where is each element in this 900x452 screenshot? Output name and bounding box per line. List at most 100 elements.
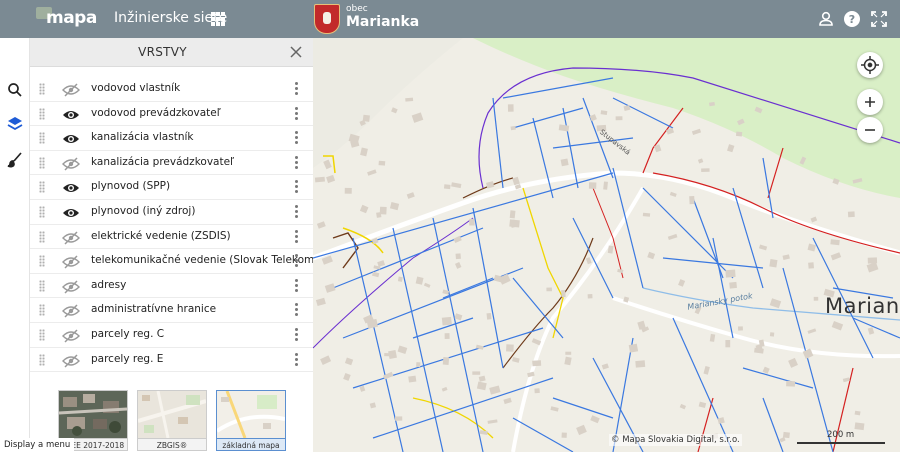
logo-text: mapa (46, 8, 97, 28)
layer-label: kanalizácia vlastník (91, 131, 194, 144)
layer-row[interactable]: plynovod (SPP) (30, 175, 313, 200)
eye-off-icon[interactable] (62, 328, 80, 343)
scale-bar: 200 m (797, 430, 887, 444)
basemap-zbgis[interactable]: ZBGIS® (137, 390, 207, 452)
layer-label: plynovod (iný zdroj) (91, 204, 196, 217)
eye-off-icon[interactable] (62, 353, 80, 368)
more-options-icon[interactable] (295, 204, 299, 219)
layer-row[interactable]: kanalizácia vlastník (30, 126, 313, 151)
layer-row[interactable]: administratívne hranice (30, 298, 313, 323)
drag-handle-icon[interactable] (39, 132, 45, 145)
more-options-icon[interactable] (295, 303, 299, 317)
layer-row[interactable]: plynovod (iný zdroj) (30, 200, 313, 225)
layer-label: plynovod (SPP) (91, 180, 171, 193)
drag-handle-icon[interactable] (39, 328, 45, 341)
layer-row[interactable]: parcely reg. C (30, 323, 313, 348)
layer-label: elektrické vedenie (ZSDIS) (91, 229, 231, 242)
layer-row[interactable]: vodovod prevádzkovateľ (30, 102, 313, 127)
more-options-icon[interactable] (295, 254, 299, 268)
eye-icon[interactable] (62, 131, 80, 145)
layer-label: telekomunikačné vedenie (Slovak Telekom) (91, 254, 319, 267)
more-options-icon[interactable] (295, 82, 299, 96)
coat-of-arms-icon (314, 4, 340, 34)
basemap-basic-label: základná mapa (216, 438, 286, 451)
side-toolbar (0, 38, 30, 452)
help-icon[interactable]: ? (842, 9, 862, 29)
basemap-basic-thumbnail (216, 390, 286, 439)
search-icon[interactable] (5, 80, 25, 100)
basemap-zbgis-thumbnail (137, 390, 207, 439)
layer-list: vodovod vlastník vodovod prevádzkovateľ ka… (30, 77, 318, 373)
municipality-type: obec (346, 4, 368, 14)
layer-row[interactable]: adresy (30, 274, 313, 299)
layer-row[interactable]: parcely reg. E (30, 348, 313, 373)
zoom-in-button[interactable] (857, 89, 883, 115)
basemap-ortho-thumbnail (58, 390, 128, 439)
drag-handle-icon[interactable] (39, 205, 45, 218)
panel-header: VRSTVY (30, 38, 313, 67)
layers-icon[interactable] (5, 114, 25, 134)
fullscreen-icon[interactable] (869, 9, 889, 29)
eye-icon[interactable] (62, 205, 80, 219)
more-options-icon[interactable] (295, 327, 299, 342)
basemap-zbgis-label: ZBGIS® (137, 438, 207, 451)
eye-off-icon[interactable] (62, 303, 80, 318)
eye-off-icon[interactable] (62, 156, 80, 171)
more-options-icon[interactable] (295, 229, 299, 244)
more-options-icon[interactable] (295, 278, 299, 293)
mapa-logo[interactable]: mapa (36, 5, 97, 33)
town-label: Marianka (825, 294, 900, 318)
scale-label: 200 m (827, 430, 855, 440)
eye-off-icon[interactable] (62, 230, 80, 245)
map-attribution: © Mapa Slovakia Digital, s.r.o. (609, 434, 742, 446)
municipality-name: Marianka (346, 14, 420, 30)
user-icon[interactable] (816, 9, 836, 29)
locate-icon[interactable] (857, 52, 883, 78)
layer-label: kanalizácia prevádzkovateľ (91, 155, 234, 168)
svg-text:?: ? (849, 13, 855, 26)
more-options-icon[interactable] (295, 131, 299, 145)
layer-label: parcely reg. E (91, 352, 164, 365)
layer-row[interactable]: kanalizácia prevádzkovateľ (30, 151, 313, 176)
map-drawing (313, 38, 900, 452)
layer-label: vodovod prevádzkovateľ (91, 106, 221, 119)
layer-label: administratívne hranice (91, 303, 217, 316)
scale-line (797, 442, 885, 444)
brush-icon[interactable] (5, 150, 25, 170)
drag-handle-icon[interactable] (39, 181, 45, 194)
basemap-basic[interactable]: základná mapa (216, 390, 286, 452)
panel-title: VRSTVY (138, 45, 187, 59)
drag-handle-icon[interactable] (39, 304, 45, 317)
layer-label: adresy (91, 278, 127, 291)
eye-icon[interactable] (62, 107, 80, 121)
eye-off-icon[interactable] (62, 279, 80, 294)
drag-handle-icon[interactable] (39, 107, 45, 120)
layer-row[interactable]: vodovod vlastník (30, 77, 313, 102)
layer-row[interactable]: elektrické vedenie (ZSDIS) (30, 225, 313, 250)
more-options-icon[interactable] (295, 352, 299, 367)
grid-icon[interactable] (211, 12, 225, 26)
layer-label: vodovod vlastník (91, 82, 181, 94)
top-bar: mapa Inžinierske siete obec Marianka ? (0, 0, 900, 38)
layer-label: parcely reg. C (91, 327, 165, 340)
eye-off-icon[interactable] (62, 254, 80, 269)
display-menu-button[interactable]: Display a menu (0, 438, 75, 452)
basemap-switcher: FREE 2017-2018 ZBGIS® základná mapa (58, 390, 308, 452)
eye-icon[interactable] (62, 180, 80, 194)
drag-handle-icon[interactable] (39, 279, 45, 292)
more-options-icon[interactable] (295, 155, 299, 170)
drag-handle-icon[interactable] (39, 156, 45, 169)
close-icon[interactable] (288, 44, 304, 60)
drag-handle-icon[interactable] (39, 353, 45, 366)
drag-handle-icon[interactable] (39, 230, 45, 243)
drag-handle-icon[interactable] (39, 83, 45, 95)
more-options-icon[interactable] (295, 180, 299, 194)
map-canvas[interactable]: Stupavská Mariansky potok Marianka © Map… (313, 38, 900, 452)
layer-row[interactable]: telekomunikačné vedenie (Slovak Telekom) (30, 249, 318, 274)
drag-handle-icon[interactable] (39, 255, 45, 268)
zoom-out-button[interactable] (857, 117, 883, 143)
more-options-icon[interactable] (295, 106, 299, 121)
eye-off-icon[interactable] (62, 82, 80, 97)
layers-panel: VRSTVY vodovod vlastník vodovod prevádzko… (30, 38, 318, 452)
forest-area (473, 38, 900, 198)
